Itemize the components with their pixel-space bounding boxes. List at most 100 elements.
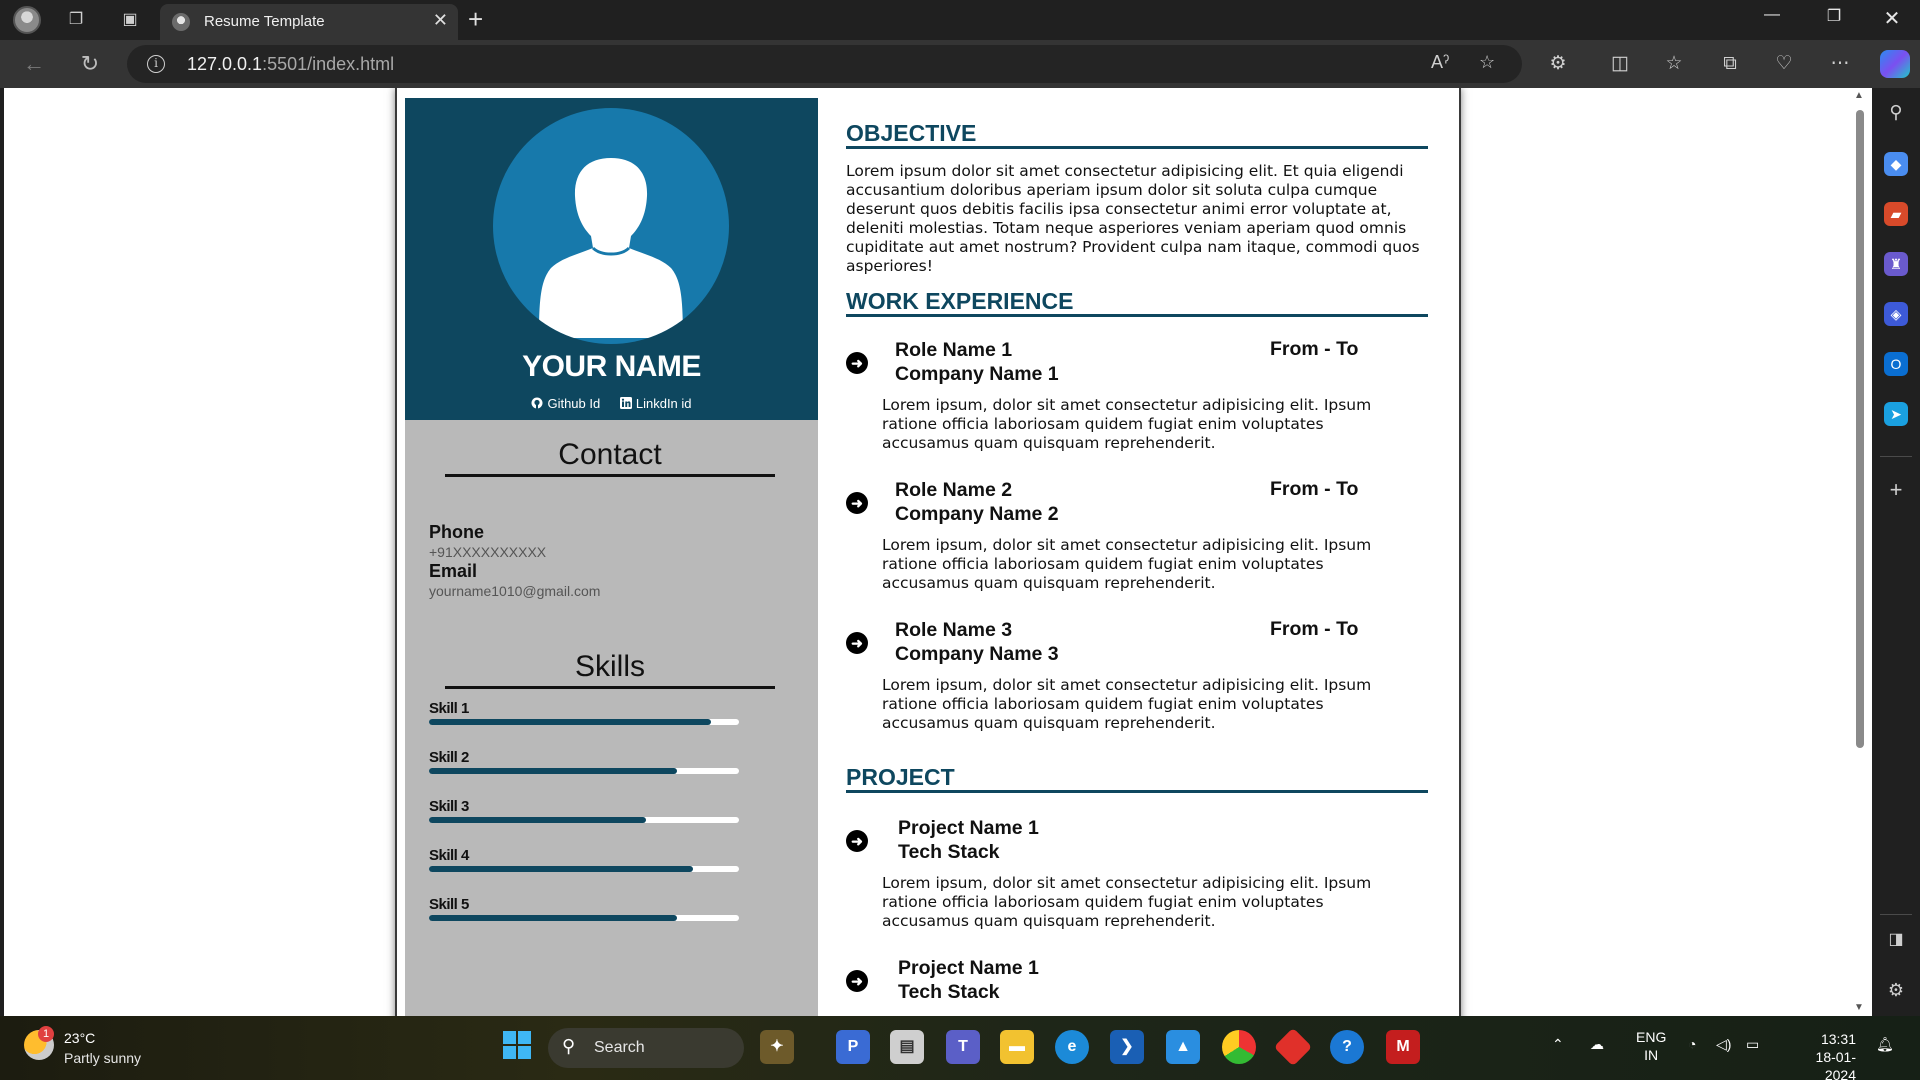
health-icon[interactable]: ♡ (1770, 50, 1798, 78)
chrome-icon[interactable] (1222, 1030, 1256, 1064)
volume-icon[interactable]: ◁) (1716, 1036, 1731, 1053)
clock[interactable]: 13:31 18-01-2024 (1786, 1030, 1856, 1080)
tab-favicon-icon (172, 13, 190, 31)
split-screen-icon[interactable]: ◫ (1606, 50, 1634, 78)
minimize-icon[interactable]: — (1752, 6, 1792, 24)
skill-bar (429, 817, 739, 823)
app-pre-icon[interactable]: P (836, 1030, 870, 1064)
vertical-scrollbar[interactable]: ▲ ▼ (1852, 88, 1866, 1016)
weather-temp[interactable]: 23°C (64, 1030, 95, 1046)
scroll-up-icon[interactable]: ▲ (1854, 90, 1864, 101)
role-name: Role Name 3 (895, 619, 1013, 641)
photos-icon[interactable]: ▲ (1166, 1030, 1200, 1064)
close-tab-icon[interactable]: ✕ (433, 10, 448, 31)
sidebar-hide-icon[interactable]: ◨ (1884, 928, 1908, 952)
skill-bar-fill (429, 915, 677, 921)
project-name: Project Name 1 (898, 817, 1039, 839)
help-icon[interactable]: ? (1330, 1030, 1364, 1064)
profile-links: Github Id LinkdIn id (405, 396, 818, 411)
tab-title: Resume Template (204, 13, 325, 30)
read-aloud-icon[interactable]: A͏ˀ (1431, 52, 1449, 73)
project-heading: PROJECT (846, 764, 1428, 793)
arrow-bullet-icon: ➜ (846, 632, 868, 654)
sidebar-games-icon[interactable]: ♜ (1884, 252, 1908, 276)
email-value: yourname1010@gmail.com (429, 583, 601, 599)
sidebar-outlook-icon[interactable]: O (1884, 352, 1908, 376)
mcafee-icon[interactable]: M (1386, 1030, 1420, 1064)
sidebar-add-icon[interactable]: + (1884, 478, 1908, 502)
back-icon[interactable]: ← (20, 50, 48, 78)
skill-bar-fill (429, 719, 712, 725)
skill-bar (429, 866, 739, 872)
workspaces-icon[interactable]: ❐ (64, 8, 88, 32)
profile-header: YOUR NAME Github Id LinkdIn id (405, 98, 818, 420)
sidebar-shopping-icon[interactable]: ◆ (1884, 152, 1908, 176)
company-name: Company Name 1 (895, 363, 1059, 385)
wifi-icon[interactable]: ◔ (1688, 1036, 1696, 1052)
task-view-icon[interactable]: ▤ (890, 1030, 924, 1064)
windows-taskbar: 1 23°C Partly sunny ⚲ Search ✦ P ▤ T ▬ e… (0, 1016, 1920, 1080)
work-dates: From - To (1270, 478, 1359, 500)
info-icon[interactable]: i (147, 55, 165, 73)
work-description: Lorem ipsum, dolor sit amet consectetur … (882, 676, 1372, 732)
tech-stack: Tech Stack (898, 981, 1000, 1003)
taskbar-search[interactable]: ⚲ Search (548, 1028, 744, 1068)
widgets-icon[interactable]: ✦ (760, 1030, 794, 1064)
new-tab-icon[interactable]: + (468, 4, 483, 34)
tab-resume-template[interactable]: Resume Template ✕ (160, 4, 458, 40)
file-explorer-icon[interactable]: ▬ (1000, 1030, 1034, 1064)
skill-name: Skill 5 (429, 896, 469, 913)
arrow-bullet-icon: ➜ (846, 492, 868, 514)
vscode-icon[interactable]: ❯ (1110, 1030, 1144, 1064)
favorite-star-icon[interactable]: ☆ (1479, 52, 1495, 73)
sidebar-send-icon[interactable]: ➤ (1884, 402, 1908, 426)
company-name: Company Name 3 (895, 643, 1059, 665)
avatar (493, 108, 729, 344)
onedrive-icon[interactable]: ☁ (1590, 1036, 1604, 1053)
battery-icon[interactable]: ▭ (1746, 1036, 1759, 1053)
sidebar-settings-icon[interactable]: ⚙ (1884, 978, 1908, 1002)
linkedin-link[interactable]: LinkdIn id (619, 396, 692, 411)
more-icon[interactable]: ⋯ (1826, 50, 1854, 78)
app-red-icon[interactable] (1273, 1027, 1313, 1067)
phone-label: Phone (429, 522, 485, 542)
extensions-icon[interactable]: ⚙ (1544, 50, 1572, 78)
sidebar-tools-icon[interactable]: ▰ (1884, 202, 1908, 226)
windows-start-icon[interactable] (500, 1030, 534, 1064)
arrow-bullet-icon: ➜ (846, 352, 868, 374)
skill-bar-fill (429, 817, 646, 823)
skill-name: Skill 4 (429, 847, 469, 864)
collections-icon[interactable]: ⧉ (1716, 50, 1744, 78)
scroll-thumb[interactable] (1856, 110, 1864, 748)
tab-actions-icon[interactable]: ▣ (118, 8, 142, 32)
work-dates: From - To (1270, 618, 1359, 640)
restore-icon[interactable]: ❐ (1814, 6, 1854, 26)
skill-item: Skill 4 (429, 847, 739, 872)
skills-heading: Skills (445, 650, 775, 689)
close-window-icon[interactable]: ✕ (1872, 6, 1912, 31)
refresh-icon[interactable]: ↻ (76, 50, 104, 78)
work-heading: WORK EXPERIENCE (846, 288, 1428, 317)
edge-sidebar: ⚲ ◆ ▰ ♜ ◈ O ➤ + ◨ ⚙ (1872, 88, 1920, 1016)
objective-heading: OBJECTIVE (846, 120, 1428, 149)
tray-overflow-icon[interactable]: ⌃ (1552, 1036, 1564, 1053)
project-description: Lorem ipsum, dolor sit amet consectetur … (882, 874, 1372, 930)
sidebar-search-icon[interactable]: ⚲ (1884, 100, 1908, 124)
skill-item: Skill 1 (429, 700, 739, 725)
weather-desc[interactable]: Partly sunny (64, 1050, 141, 1066)
teams-icon[interactable]: T (946, 1030, 980, 1064)
github-link[interactable]: Github Id (531, 396, 600, 411)
scroll-down-icon[interactable]: ▼ (1854, 1002, 1864, 1013)
page-viewport: YOUR NAME Github Id LinkdIn id Contact P… (4, 88, 1872, 1016)
address-bar[interactable]: i 127.0.0.1:5501/index.html A͏ˀ ☆ (127, 45, 1522, 83)
search-icon: ⚲ (562, 1036, 576, 1056)
sidebar-copilot-icon[interactable]: ◈ (1884, 302, 1908, 326)
language-indicator[interactable]: ENG IN (1636, 1028, 1666, 1064)
edge-icon[interactable]: e (1055, 1030, 1089, 1064)
copilot-icon[interactable] (1880, 50, 1910, 78)
url-text[interactable]: 127.0.0.1:5501/index.html (187, 54, 394, 75)
user-avatar-icon (539, 158, 683, 338)
profile-icon[interactable] (13, 6, 41, 34)
favorites-icon[interactable]: ☆ (1660, 50, 1688, 78)
notification-bell-icon[interactable]: 🔔︎ (1876, 1036, 1894, 1053)
